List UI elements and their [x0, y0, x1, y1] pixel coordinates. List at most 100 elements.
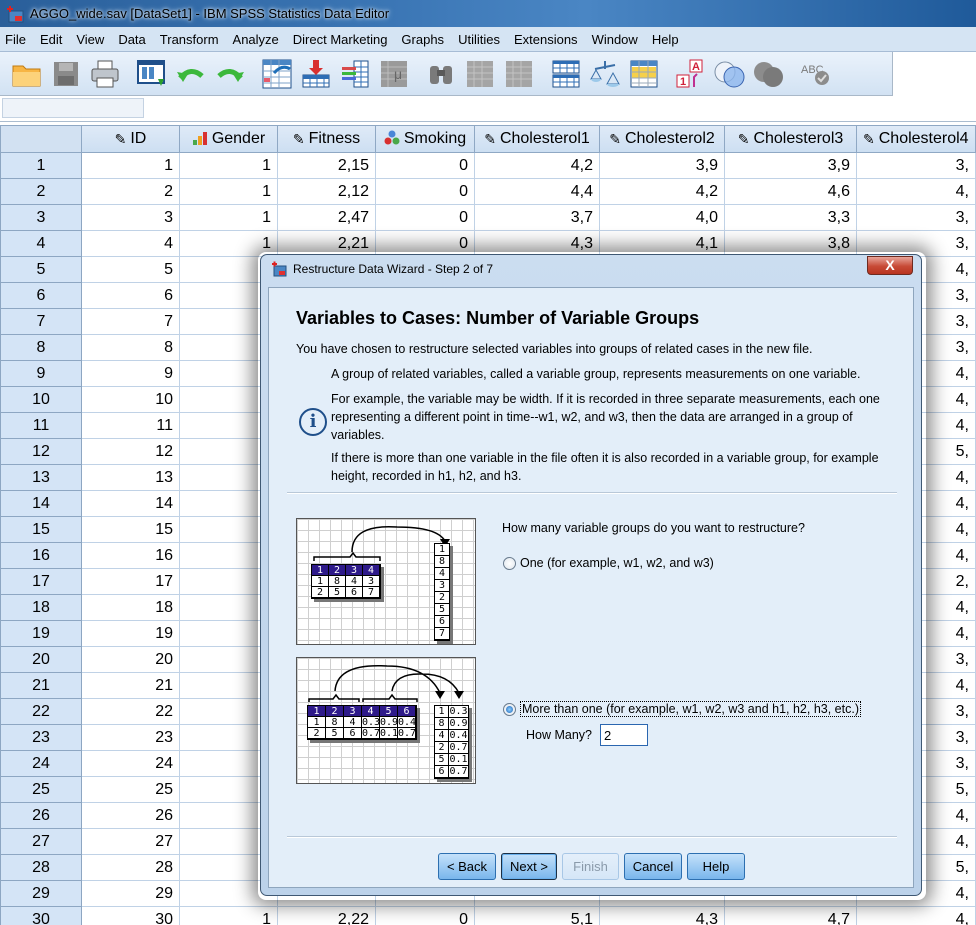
- table-cell[interactable]: 11: [82, 413, 180, 439]
- cell-reference-box[interactable]: [2, 98, 144, 118]
- row-number[interactable]: 8: [0, 335, 82, 361]
- table-cell[interactable]: 3,7: [475, 205, 600, 231]
- table-cell[interactable]: 4: [82, 231, 180, 257]
- undo-icon[interactable]: [174, 57, 208, 91]
- row-number[interactable]: 5: [0, 257, 82, 283]
- find-icon[interactable]: [424, 57, 458, 91]
- table-cell[interactable]: 8: [82, 335, 180, 361]
- row-number[interactable]: 29: [0, 881, 82, 907]
- row-number[interactable]: 28: [0, 855, 82, 881]
- column-header[interactable]: Smoking: [376, 125, 475, 153]
- table-cell[interactable]: 22: [82, 699, 180, 725]
- table-cell[interactable]: 25: [82, 777, 180, 803]
- menu-edit[interactable]: Edit: [35, 32, 71, 47]
- row-number[interactable]: 24: [0, 751, 82, 777]
- column-header[interactable]: ✎ ID: [82, 125, 180, 153]
- table-cell[interactable]: 9: [82, 361, 180, 387]
- row-number[interactable]: 17: [0, 569, 82, 595]
- table-cell[interactable]: 6: [82, 283, 180, 309]
- menu-help[interactable]: Help: [647, 32, 688, 47]
- table-cell[interactable]: 4,7: [725, 907, 857, 925]
- table-cell[interactable]: 2,15: [278, 153, 376, 179]
- row-number[interactable]: 23: [0, 725, 82, 751]
- row-number[interactable]: 27: [0, 829, 82, 855]
- select-cases-icon[interactable]: [627, 57, 661, 91]
- table-cell[interactable]: 4,0: [600, 205, 725, 231]
- table-cell[interactable]: 2: [82, 179, 180, 205]
- row-number[interactable]: 15: [0, 517, 82, 543]
- split-file-icon[interactable]: [549, 57, 583, 91]
- row-number[interactable]: 11: [0, 413, 82, 439]
- menu-graphs[interactable]: Graphs: [396, 32, 453, 47]
- value-labels-icon[interactable]: A1: [674, 57, 708, 91]
- print-icon[interactable]: [88, 57, 122, 91]
- menu-data[interactable]: Data: [113, 32, 154, 47]
- table-cell[interactable]: 1: [180, 179, 278, 205]
- table-cell[interactable]: 1: [82, 153, 180, 179]
- redo-icon[interactable]: [213, 57, 247, 91]
- column-header[interactable]: Gender: [180, 125, 278, 153]
- table-cell[interactable]: 18: [82, 595, 180, 621]
- row-number[interactable]: 10: [0, 387, 82, 413]
- table-cell[interactable]: 2,47: [278, 205, 376, 231]
- table-cell[interactable]: 13: [82, 465, 180, 491]
- open-icon[interactable]: [10, 57, 44, 91]
- row-number[interactable]: 20: [0, 647, 82, 673]
- table-cell[interactable]: 29: [82, 881, 180, 907]
- radio-button[interactable]: [503, 556, 516, 570]
- row-number[interactable]: 25: [0, 777, 82, 803]
- row-number[interactable]: 4: [0, 231, 82, 257]
- table-cell[interactable]: 4,2: [475, 153, 600, 179]
- table-cell[interactable]: 16: [82, 543, 180, 569]
- grid-corner[interactable]: [0, 125, 82, 153]
- row-number[interactable]: 19: [0, 621, 82, 647]
- table-cell[interactable]: 24: [82, 751, 180, 777]
- menu-transform[interactable]: Transform: [155, 32, 228, 47]
- table-cell[interactable]: 27: [82, 829, 180, 855]
- menu-extensions[interactable]: Extensions: [509, 32, 587, 47]
- row-number[interactable]: 9: [0, 361, 82, 387]
- table-cell[interactable]: 23: [82, 725, 180, 751]
- table-cell[interactable]: 1: [180, 153, 278, 179]
- table-cell[interactable]: 4,: [857, 907, 976, 925]
- row-number[interactable]: 3: [0, 205, 82, 231]
- row-number[interactable]: 2: [0, 179, 82, 205]
- cancel-button[interactable]: Cancel: [624, 853, 682, 880]
- table-cell[interactable]: 12: [82, 439, 180, 465]
- table-cell[interactable]: 0: [376, 205, 475, 231]
- table-cell[interactable]: 5: [82, 257, 180, 283]
- table-cell[interactable]: 4,4: [475, 179, 600, 205]
- back-button[interactable]: < Back: [438, 853, 496, 880]
- menu-utilities[interactable]: Utilities: [453, 32, 509, 47]
- table-cell[interactable]: 14: [82, 491, 180, 517]
- table-cell[interactable]: 2,12: [278, 179, 376, 205]
- column-header[interactable]: ✎ Cholesterol3: [725, 125, 857, 153]
- close-button[interactable]: X: [867, 256, 913, 275]
- column-header[interactable]: ✎ Cholesterol2: [600, 125, 725, 153]
- table-cell[interactable]: 4,6: [725, 179, 857, 205]
- table-cell[interactable]: 2,22: [278, 907, 376, 925]
- table-cell[interactable]: 15: [82, 517, 180, 543]
- table-cell[interactable]: 17: [82, 569, 180, 595]
- table-cell[interactable]: 26: [82, 803, 180, 829]
- table-cell[interactable]: 3,: [857, 153, 976, 179]
- menu-direct-marketing[interactable]: Direct Marketing: [288, 32, 397, 47]
- row-number[interactable]: 21: [0, 673, 82, 699]
- goto-variable-icon[interactable]: [299, 57, 333, 91]
- table-cell[interactable]: 7: [82, 309, 180, 335]
- menu-analyze[interactable]: Analyze: [228, 32, 288, 47]
- table-cell[interactable]: 0: [376, 907, 475, 925]
- row-number[interactable]: 1: [0, 153, 82, 179]
- table-cell[interactable]: 28: [82, 855, 180, 881]
- row-number[interactable]: 26: [0, 803, 82, 829]
- row-number[interactable]: 14: [0, 491, 82, 517]
- row-number[interactable]: 16: [0, 543, 82, 569]
- table-cell[interactable]: 3,3: [725, 205, 857, 231]
- row-number[interactable]: 30: [0, 907, 82, 925]
- table-cell[interactable]: 30: [82, 907, 180, 925]
- weight-cases-icon[interactable]: [588, 57, 622, 91]
- menu-window[interactable]: Window: [587, 32, 647, 47]
- table-cell[interactable]: 1: [180, 907, 278, 925]
- table-cell[interactable]: 3: [82, 205, 180, 231]
- save-icon[interactable]: [49, 57, 83, 91]
